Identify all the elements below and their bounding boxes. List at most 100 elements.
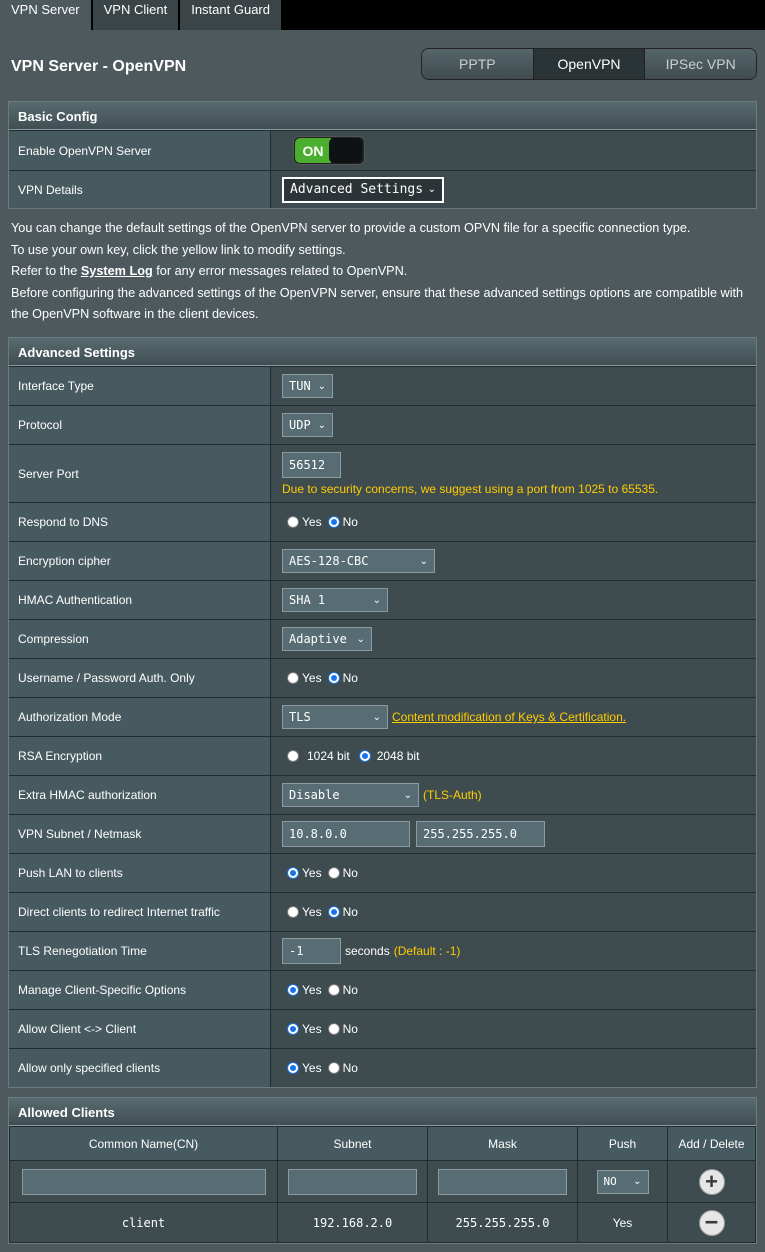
toggle-knob	[329, 138, 362, 163]
vpn-subnet-input[interactable]: 10.8.0.0	[282, 821, 410, 847]
client-push: Yes	[577, 1202, 668, 1243]
enable-server-label: Enable OpenVPN Server	[9, 131, 270, 170]
manage-no-radio[interactable]	[327, 984, 340, 996]
userpass-yes-radio[interactable]	[287, 672, 299, 684]
header-cn: Common Name(CN)	[9, 1126, 278, 1161]
header-add-delete: Add / Delete	[667, 1126, 756, 1161]
respond-dns-no-radio[interactable]	[327, 516, 340, 528]
userpass-no-radio[interactable]	[327, 672, 340, 684]
hmac-auth-label: HMAC Authentication	[9, 581, 270, 619]
extra-hmac-value: Disable	[289, 788, 340, 802]
radio-yes-label: Yes	[302, 671, 322, 685]
chevron-down-icon: ⌄	[427, 184, 436, 195]
encryption-cipher-label: Encryption cipher	[9, 542, 270, 580]
tab-instant-guard[interactable]: Instant Guard	[180, 0, 283, 30]
protocol-select[interactable]: UDP ⌄	[282, 413, 333, 437]
chevron-down-icon: ⌄	[372, 594, 381, 606]
new-push-select[interactable]: NO ⌄	[596, 1169, 649, 1194]
pptp-button[interactable]: PPTP	[422, 49, 534, 79]
row-compression: Compression Adaptive ⌄	[9, 619, 756, 658]
tab-vpn-client[interactable]: VPN Client	[92, 0, 181, 30]
extra-hmac-label: Extra HMAC authorization	[9, 776, 270, 814]
interface-type-value: TUN	[289, 379, 311, 393]
row-enable-server: Enable OpenVPN Server ON	[9, 130, 756, 170]
system-log-link[interactable]: System Log	[81, 264, 153, 278]
enable-server-toggle[interactable]: ON	[293, 136, 365, 165]
new-subnet-input[interactable]	[288, 1168, 417, 1195]
extra-hmac-select[interactable]: Disable ⌄	[282, 783, 419, 807]
delete-client-icon[interactable]: −	[698, 1209, 725, 1236]
radio-no-label: No	[342, 1022, 358, 1036]
desc-line-3-post: for any error messages related to OpenVP…	[152, 264, 408, 278]
compression-select[interactable]: Adaptive ⌄	[282, 627, 372, 651]
row-tls-renegotiation: TLS Renegotiation Time -1 seconds (Defau…	[9, 931, 756, 970]
hmac-auth-select[interactable]: SHA 1 ⌄	[282, 588, 388, 612]
chevron-down-icon: ⌄	[403, 789, 412, 801]
row-interface-type: Interface Type TUN ⌄	[9, 366, 756, 405]
only-specified-yes-radio[interactable]	[287, 1062, 299, 1074]
desc-line-1: You can change the default settings of t…	[11, 221, 691, 235]
tls-default-hint: (Default : -1)	[393, 944, 461, 958]
header-subnet: Subnet	[277, 1126, 428, 1161]
new-mask-input[interactable]	[438, 1168, 567, 1195]
server-port-label: Server Port	[9, 445, 270, 502]
radio-no-label: No	[342, 905, 358, 919]
row-vpn-details: VPN Details Advanced Settings ⌄	[9, 170, 756, 208]
chevron-down-icon: ⌄	[317, 419, 326, 431]
desc-line-2: To use your own key, click the yellow li…	[11, 242, 346, 257]
client-subnet: 192.168.2.0	[277, 1202, 428, 1243]
header-mask: Mask	[427, 1126, 578, 1161]
redirect-yes-radio[interactable]	[287, 906, 299, 918]
desc-line-4: Before configuring the advanced settings…	[11, 285, 744, 322]
manage-yes-radio[interactable]	[287, 984, 299, 996]
interface-type-select[interactable]: TUN ⌄	[282, 374, 333, 398]
tls-renegotiation-input[interactable]: -1	[282, 938, 341, 964]
c2c-no-radio[interactable]	[327, 1023, 340, 1035]
client-to-client-label: Allow Client <-> Client	[9, 1010, 270, 1048]
rsa-2048-radio[interactable]	[358, 750, 371, 762]
push-lan-yes-radio[interactable]	[287, 867, 299, 879]
row-vpn-subnet: VPN Subnet / Netmask 10.8.0.0 255.255.25…	[9, 814, 756, 853]
new-push-value: NO	[603, 1175, 617, 1188]
keys-certification-link[interactable]: Content modification of Keys & Certifica…	[392, 710, 626, 724]
interface-type-label: Interface Type	[9, 367, 270, 405]
vpn-netmask-input[interactable]: 255.255.255.0	[416, 821, 545, 847]
chevron-down-icon: ⌄	[372, 711, 381, 723]
radio-no-label: No	[342, 1061, 358, 1075]
manage-client-options-label: Manage Client-Specific Options	[9, 971, 270, 1009]
only-specified-no-radio[interactable]	[327, 1062, 340, 1074]
client-cn: client	[9, 1202, 278, 1243]
row-client-to-client: Allow Client <-> Client Yes No	[9, 1009, 756, 1048]
server-port-input[interactable]: 56512	[282, 451, 341, 478]
rsa-1024-label: 1024 bit	[307, 749, 350, 763]
row-manage-client-options: Manage Client-Specific Options Yes No	[9, 970, 756, 1009]
openvpn-button[interactable]: OpenVPN	[533, 49, 646, 79]
protocol-value: UDP	[289, 418, 311, 432]
row-rsa-encryption: RSA Encryption 1024 bit 2048 bit	[9, 736, 756, 775]
new-cn-input[interactable]	[21, 1168, 266, 1195]
rsa-2048-label: 2048 bit	[376, 749, 420, 763]
row-respond-dns: Respond to DNS Yes No	[9, 502, 756, 541]
radio-yes-label: Yes	[302, 1022, 322, 1036]
add-client-icon[interactable]: +	[698, 1168, 725, 1195]
vpn-details-select[interactable]: Advanced Settings ⌄	[282, 176, 444, 203]
advanced-settings-title: Advanced Settings	[9, 338, 756, 366]
encryption-cipher-select[interactable]: AES-128-CBC ⌄	[282, 549, 435, 573]
auth-mode-select[interactable]: TLS ⌄	[282, 705, 388, 729]
row-push-lan: Push LAN to clients Yes No	[9, 853, 756, 892]
tab-vpn-server[interactable]: VPN Server	[0, 0, 93, 30]
respond-dns-yes-radio[interactable]	[287, 516, 299, 528]
redirect-no-radio[interactable]	[327, 906, 340, 918]
client-mask: 255.255.255.0	[427, 1202, 578, 1243]
row-userpass-only: Username / Password Auth. Only Yes No	[9, 658, 756, 697]
ipsec-button[interactable]: IPSec VPN	[645, 49, 756, 79]
userpass-only-label: Username / Password Auth. Only	[9, 659, 270, 697]
extra-hmac-hint: (TLS-Auth)	[423, 788, 482, 802]
rsa-1024-radio[interactable]	[287, 750, 299, 762]
table-row: client 192.168.2.0 255.255.255.0 Yes −	[9, 1202, 756, 1243]
push-lan-no-radio[interactable]	[327, 867, 340, 879]
row-extra-hmac: Extra HMAC authorization Disable ⌄ (TLS-A…	[9, 775, 756, 814]
row-encryption-cipher: Encryption cipher AES-128-CBC ⌄	[9, 541, 756, 580]
c2c-yes-radio[interactable]	[287, 1023, 299, 1035]
tls-renegotiation-label: TLS Renegotiation Time	[9, 932, 270, 970]
